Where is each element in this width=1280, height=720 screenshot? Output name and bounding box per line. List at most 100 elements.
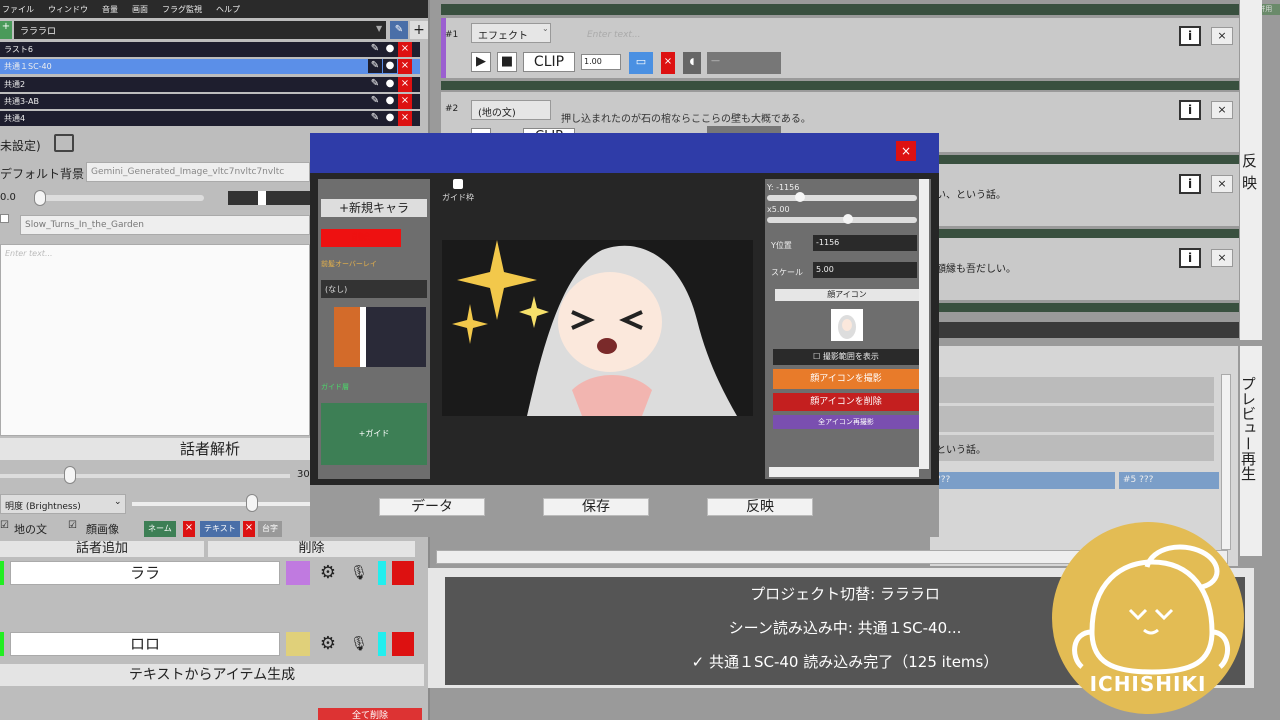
record-icon[interactable]: ●	[383, 94, 397, 108]
slider-track[interactable]	[0, 474, 290, 478]
add-project-button[interactable]: +	[0, 21, 12, 39]
info-icon[interactable]: i	[1179, 174, 1201, 194]
character-swatch-orange[interactable]	[334, 307, 360, 367]
reshoot-all-icons-button[interactable]: 全アイコン再撮影	[773, 415, 919, 429]
clip-item-1[interactable]: #1 エフェクト ⌄ Enter text... ▶ ■ CLIP 1.00 ▭…	[441, 18, 1239, 78]
speaker-name-input[interactable]: ロロ	[10, 632, 280, 656]
add-speaker-button[interactable]: 話者追加	[0, 541, 204, 557]
preview-chip[interactable]: #5 ???	[1119, 472, 1219, 489]
info-icon[interactable]: i	[1179, 100, 1201, 120]
clip-text[interactable]: 押し込まれたのが石の棺ならここらの壁も大概である。	[561, 110, 811, 125]
record-icon[interactable]: ●	[383, 111, 397, 125]
microphone-icon[interactable]: 🎙	[348, 561, 370, 585]
slider-thumb[interactable]	[34, 190, 46, 206]
close-icon[interactable]: ×	[1211, 101, 1233, 119]
check-icon[interactable]: ☑	[0, 520, 9, 531]
clip-text[interactable]: い、という話。	[936, 186, 1006, 201]
bgm-checkbox[interactable]	[0, 214, 9, 223]
clip-type-select[interactable]: エフェクト	[471, 23, 551, 43]
edit-icon[interactable]: ✎	[390, 21, 408, 39]
close-icon[interactable]: ×	[1211, 249, 1233, 267]
y-slider[interactable]	[767, 195, 917, 201]
script-text-area[interactable]: Enter text...	[0, 244, 310, 436]
info-icon[interactable]: i	[1179, 26, 1201, 46]
add-guide-button[interactable]: +ガイド	[321, 403, 427, 465]
generate-items-button[interactable]: テキストからアイテム生成	[0, 664, 424, 686]
bg-slider[interactable]	[36, 195, 204, 201]
clip-text[interactable]: 額縁も吾だしい。	[936, 260, 1016, 275]
apply-side-label[interactable]: 反映	[1242, 150, 1260, 194]
preview-row[interactable]	[932, 377, 1214, 403]
add-icon[interactable]: +	[410, 21, 428, 39]
folder-icon[interactable]: ▭	[629, 52, 653, 74]
record-icon[interactable]: ●	[383, 77, 397, 91]
scene-item[interactable]: 共通4 ✎ ● ×	[0, 111, 420, 126]
speaker-delete-button[interactable]	[392, 632, 414, 656]
edit-icon[interactable]: ✎	[368, 59, 382, 73]
bgm-field[interactable]: Slow_Turns_In_the_Garden	[20, 215, 310, 235]
gear-icon[interactable]: ⚙	[316, 632, 340, 656]
play-icon[interactable]: ▶	[471, 52, 491, 72]
delete-speaker-button[interactable]: 削除	[208, 541, 415, 557]
panel-h-scrollbar[interactable]	[769, 467, 919, 477]
speaker-name-input[interactable]: ララ	[10, 561, 280, 585]
delete-all-button[interactable]: 全て削除	[318, 708, 422, 720]
delete-icon[interactable]: ×	[398, 94, 412, 109]
delete-icon[interactable]: ×	[398, 77, 412, 92]
color-marker[interactable]	[258, 191, 266, 205]
scene-item[interactable]: 共通2 ✎ ● ×	[0, 77, 420, 92]
slider-thumb[interactable]	[843, 214, 853, 224]
speaker-color-swatch[interactable]	[286, 632, 310, 656]
gear-icon[interactable]: ⚙	[316, 561, 340, 585]
preview-row[interactable]: という話。	[932, 435, 1214, 461]
edit-icon[interactable]: ✎	[368, 111, 382, 125]
scene-item[interactable]: 共通１SC-40 ✎ ● ×	[0, 59, 420, 74]
apply-button[interactable]: 反映	[707, 498, 813, 516]
delete-character-button[interactable]: 削除	[321, 229, 401, 247]
folder-icon[interactable]	[54, 134, 74, 152]
clip-button[interactable]: CLIP	[523, 52, 575, 72]
slider-thumb[interactable]	[795, 192, 805, 202]
clip-type-select[interactable]: (地の文)	[471, 100, 551, 120]
mute-icon[interactable]: ◖	[683, 52, 701, 74]
preview-row[interactable]	[932, 406, 1214, 432]
volume-input[interactable]: 1.00	[581, 54, 621, 70]
shoot-face-icon-button[interactable]: 顔アイコンを撮影	[773, 369, 919, 389]
speaker-color-swatch[interactable]	[286, 561, 310, 585]
delete-icon[interactable]: ×	[243, 521, 255, 537]
edit-icon[interactable]: ✎	[368, 42, 382, 56]
default-bg-field[interactable]: Gemini_Generated_Image_vltc7nvltc7nvltc	[86, 162, 310, 182]
record-icon[interactable]: ●	[383, 59, 397, 73]
text-tag[interactable]: テキスト	[200, 521, 240, 537]
new-character-button[interactable]: +新規キャラ	[321, 199, 427, 217]
edit-icon[interactable]: ✎	[368, 77, 382, 91]
menu-item-screen[interactable]: 画面	[132, 4, 148, 14]
info-icon[interactable]: i	[1179, 248, 1201, 268]
name-tag[interactable]: ネーム	[144, 521, 176, 537]
delete-icon[interactable]: ×	[398, 42, 412, 57]
brightness-slider[interactable]	[132, 502, 310, 506]
slider-thumb[interactable]	[246, 494, 258, 512]
delete-audio-icon[interactable]: ×	[661, 52, 675, 74]
scale-input[interactable]: 5.00	[813, 262, 917, 278]
delete-icon[interactable]: ×	[398, 59, 412, 74]
menu-item-flag[interactable]: フラグ監視	[162, 4, 202, 14]
extra-tag[interactable]: 台字	[258, 521, 282, 537]
overlay-select[interactable]: (なし)	[321, 280, 427, 298]
close-icon[interactable]: ×	[896, 141, 916, 161]
character-preview-canvas[interactable]	[442, 240, 753, 416]
delete-face-icon-button[interactable]: 顔アイコンを削除	[773, 393, 919, 411]
guide-frame-checkbox[interactable]	[453, 179, 463, 189]
speaker-delete-button[interactable]	[392, 561, 414, 585]
scale-slider[interactable]	[767, 217, 917, 223]
menu-item-file[interactable]: ファイル	[2, 4, 34, 14]
menu-item-volume[interactable]: 音量	[102, 4, 118, 14]
save-button[interactable]: 保存	[543, 498, 649, 516]
data-button[interactable]: データ	[379, 498, 485, 516]
scene-item[interactable]: 共通3-AB ✎ ● ×	[0, 94, 420, 109]
clip-text-input[interactable]: Enter text...	[587, 30, 641, 40]
y-position-input[interactable]: -1156	[813, 235, 917, 251]
brightness-select[interactable]: 明度 (Brightness)	[0, 494, 126, 514]
close-icon[interactable]: ×	[1211, 175, 1233, 193]
scene-item[interactable]: ラスト6 ✎ ● ×	[0, 42, 420, 57]
